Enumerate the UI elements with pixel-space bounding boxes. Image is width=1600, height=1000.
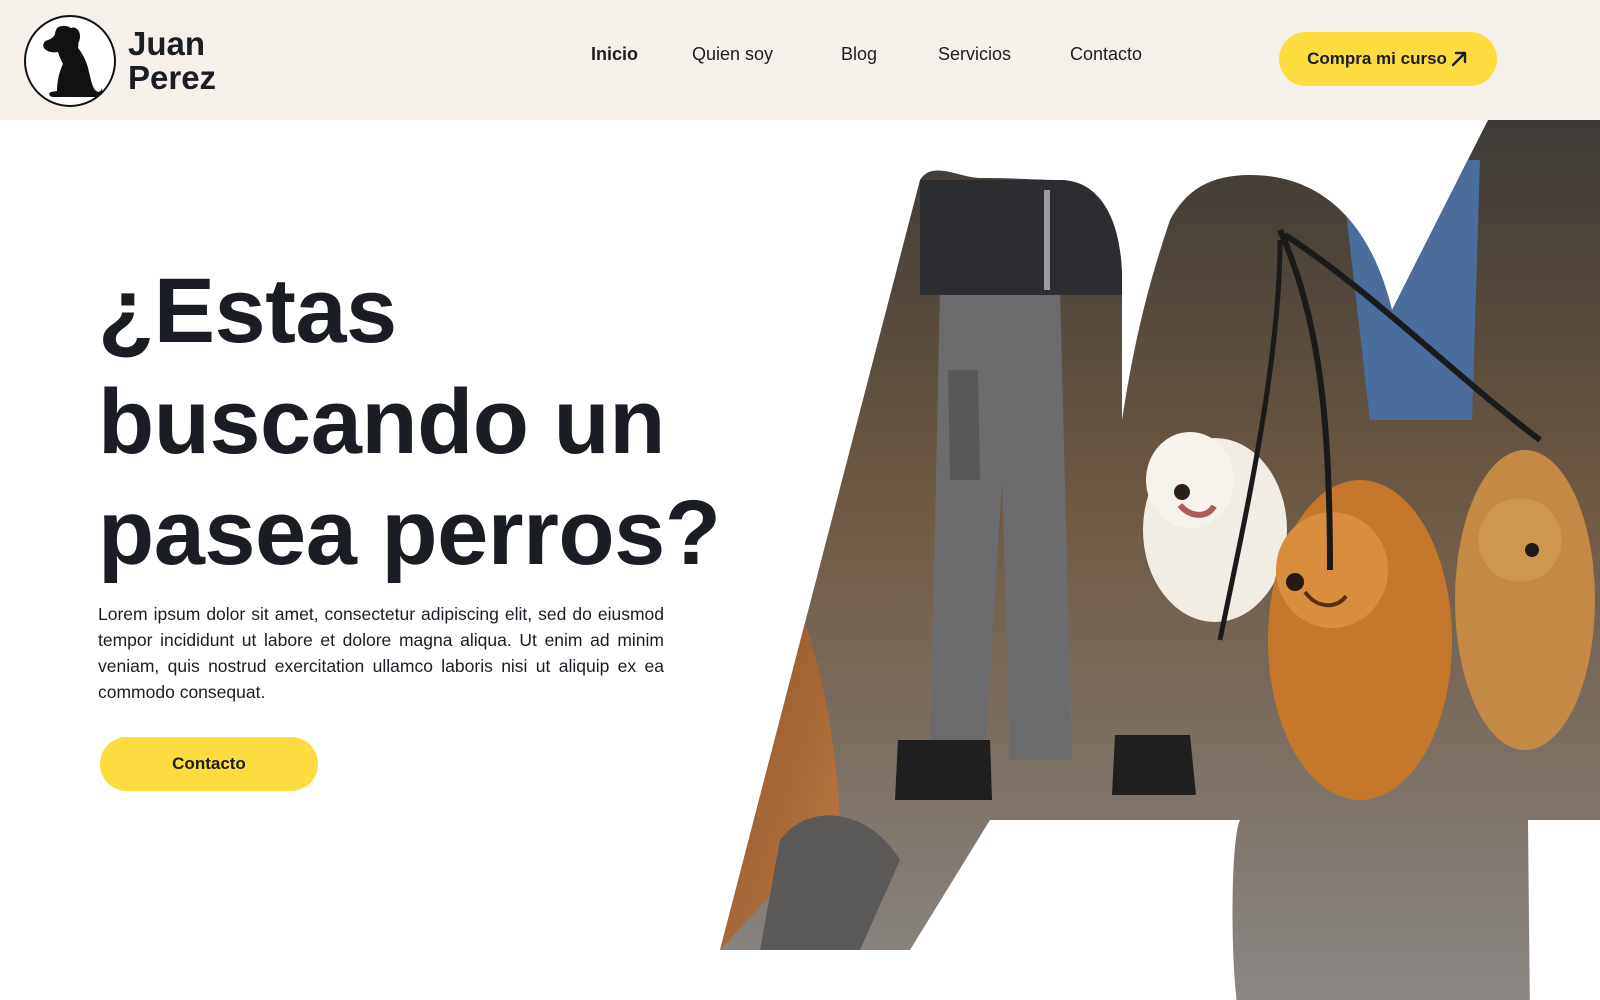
- contact-button[interactable]: Contacto: [100, 737, 318, 791]
- brand-logo[interactable]: Juan Perez: [24, 15, 216, 107]
- brand-name-line1: Juan: [128, 25, 206, 62]
- nav-item-quien-soy[interactable]: Quien soy: [692, 44, 773, 65]
- arrow-up-right-icon: [1449, 49, 1469, 69]
- hero-title-line1: ¿Estas: [98, 260, 397, 362]
- nav-item-blog[interactable]: Blog: [841, 44, 877, 65]
- sitting-dog-icon: [24, 15, 116, 107]
- nav-item-contacto[interactable]: Contacto: [1070, 44, 1142, 65]
- site-header: Juan Perez Inicio Quien soy Blog Servici…: [0, 0, 1600, 120]
- buy-course-button[interactable]: Compra mi curso: [1279, 32, 1497, 86]
- buy-course-label: Compra mi curso: [1307, 49, 1447, 68]
- hero-title-line2: buscando un: [98, 371, 665, 473]
- hero-description: Lorem ipsum dolor sit amet, consectetur …: [98, 604, 664, 702]
- brand-name-line2: Perez: [128, 59, 217, 96]
- hero-title-line3: pasea perros?: [98, 482, 721, 584]
- hero-title: ¿Estas buscando un pasea perros?: [98, 256, 778, 589]
- nav-item-servicios[interactable]: Servicios: [938, 44, 1011, 65]
- nav-item-inicio[interactable]: Inicio: [591, 44, 638, 65]
- person-walking-dogs-image: [720, 120, 1600, 1000]
- brand-name: Juan Perez: [128, 27, 216, 95]
